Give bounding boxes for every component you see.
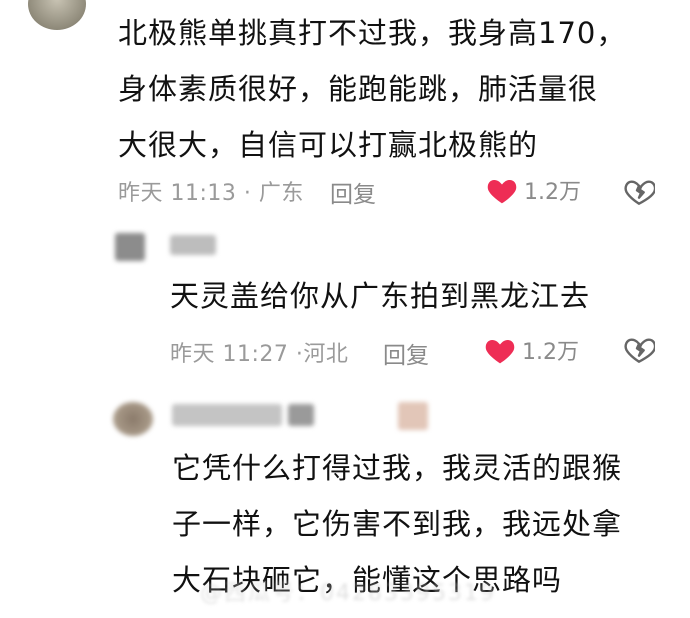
like-count: 1.2万: [524, 180, 581, 205]
heart-icon: [487, 180, 517, 204]
comment-clock: 11:27: [222, 342, 289, 367]
like-button[interactable]: 1.2万: [484, 334, 579, 366]
reply-button[interactable]: 回复: [383, 336, 429, 370]
comment-time: 昨天: [118, 181, 164, 206]
comment-text: 北极熊单挑真打不过我，我身高170， 身体素质很好，能跑能跳，肺活量很 大很大，…: [118, 16, 627, 162]
comment-meta: 昨天 11:27 ·河北: [170, 336, 348, 368]
comment-meta: 昨天 11:13 · 广东: [118, 175, 304, 207]
avatar[interactable]: [115, 233, 145, 261]
broken-heart-icon[interactable]: [623, 176, 655, 206]
like-button[interactable]: 1.2万: [486, 174, 581, 206]
avatar[interactable]: [113, 402, 153, 436]
comment-location: · 广东: [243, 181, 304, 206]
username-blurred[interactable]: [170, 235, 216, 255]
username-blurred: [288, 404, 314, 426]
comment-text: 天灵盖给你从广东拍到黑龙江去: [170, 279, 591, 313]
watermark: @西瓜号：04283395319: [200, 581, 496, 606]
like-count: 1.2万: [522, 340, 579, 365]
broken-heart-icon[interactable]: [623, 334, 655, 364]
reply-button[interactable]: 回复: [330, 175, 376, 209]
username-blurred[interactable]: [172, 404, 282, 426]
heart-icon: [485, 340, 515, 364]
badge-blurred: [398, 402, 428, 430]
comment-time: 昨天: [170, 342, 216, 367]
comment-location: ·河北: [295, 342, 349, 367]
avatar[interactable]: [28, 0, 86, 30]
comment-clock: 11:13: [170, 181, 237, 206]
